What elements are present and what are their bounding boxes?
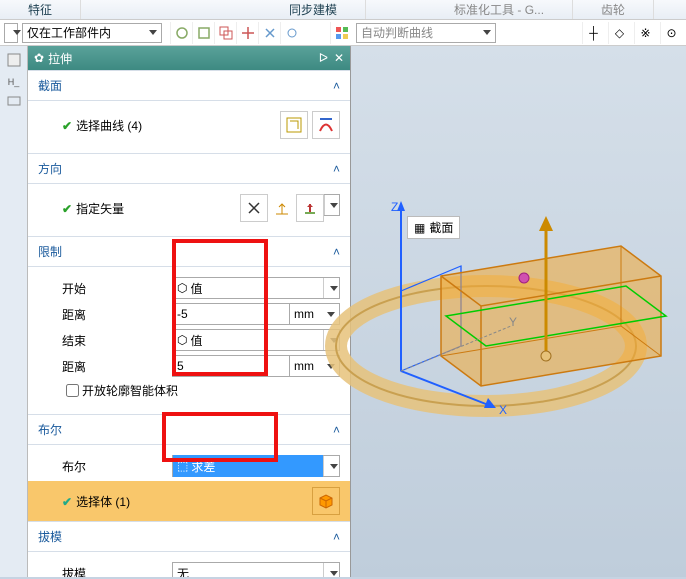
vector-dropdown[interactable]	[324, 195, 339, 215]
subtract-icon: ⬚	[177, 459, 188, 473]
chevron-up-icon: ˄	[333, 245, 340, 259]
extrude-dialog: ✿ 拉伸 ᐅ ✕ 截面 ˄ ✔选择曲线 (4)	[28, 46, 351, 577]
value-icon: ⬡	[177, 333, 187, 347]
auto-trim-label: 自动判断曲线	[361, 24, 433, 41]
section-draft-title: 拔模	[38, 528, 62, 545]
select-curve-label[interactable]: 选择曲线 (4)	[76, 119, 142, 133]
left-rail: H_	[0, 46, 28, 577]
end-label: 结束	[62, 332, 172, 349]
body-collector-icon[interactable]	[312, 487, 340, 515]
section-draft-head[interactable]: 拔模 ˄	[28, 521, 350, 552]
tool-icon-6[interactable]	[280, 22, 302, 44]
section-direction-head[interactable]: 方向 ˄	[28, 153, 350, 184]
value-icon: ⬡	[177, 281, 187, 295]
section-label-popup[interactable]: ▦ 截面	[407, 216, 460, 239]
section-curve-title: 截面	[38, 77, 62, 94]
start-mode-dropdown[interactable]: ⬡值	[172, 277, 340, 299]
tool-icon-3[interactable]	[214, 22, 236, 44]
reverse-vector-icon[interactable]	[240, 194, 268, 222]
viewport-3d[interactable]: Z X Y ▦ 截面	[351, 46, 686, 577]
viewport-scene: Z X Y	[351, 46, 686, 576]
auto-trim-selector[interactable]: 自动判断曲线	[356, 23, 496, 43]
tool-icon-5[interactable]	[258, 22, 280, 44]
chevron-up-icon: ˄	[333, 79, 340, 93]
tab-sync[interactable]: 同步建模	[261, 0, 366, 19]
section-curve-head[interactable]: 截面 ˄	[28, 70, 350, 101]
grid-icon: ▦	[414, 221, 425, 235]
menu-tabs: 特征 同步建模 标准化工具 - G... 齿轮	[0, 0, 686, 20]
draft-label: 拔模	[62, 565, 172, 578]
vector-constructor-icon[interactable]	[296, 194, 324, 222]
tab-gear[interactable]: 齿轮	[573, 0, 654, 19]
svg-text:Z: Z	[391, 200, 398, 214]
tool-icon-1[interactable]	[170, 22, 192, 44]
end-distance-input[interactable]: 5	[172, 355, 290, 377]
vector-mode-icon[interactable]	[272, 194, 292, 222]
chevron-up-icon: ˄	[333, 530, 340, 544]
section-direction-title: 方向	[38, 160, 62, 177]
color-swatch-icon[interactable]	[330, 22, 352, 44]
rail-icon-2[interactable]: H_	[8, 77, 20, 87]
bool-label: 布尔	[62, 458, 172, 475]
unknown-dropdown[interactable]	[4, 23, 18, 43]
dialog-titlebar: ✿ 拉伸 ᐅ ✕	[28, 46, 350, 70]
select-body-label: 选择体 (1)	[76, 495, 130, 509]
tool-icon-4[interactable]	[236, 22, 258, 44]
section-bool-title: 布尔	[38, 421, 62, 438]
chevron-up-icon: ˄	[333, 423, 340, 437]
close-icon[interactable]: ✕	[334, 51, 344, 65]
rail-icon-3[interactable]	[6, 93, 22, 112]
snap-icon-1[interactable]: ┼	[582, 22, 604, 44]
open-profile-checkbox[interactable]	[66, 384, 79, 397]
rail-icon-1[interactable]	[6, 52, 22, 71]
scope-label: 仅在工作部件内	[27, 24, 111, 41]
end-mode-dropdown[interactable]: ⬡值	[172, 329, 340, 351]
section-bool-head[interactable]: 布尔 ˄	[28, 414, 350, 445]
toolbar: 仅在工作部件内 自动判断曲线 ┼ ◇ ※ ⊙	[0, 20, 686, 46]
d2-label: 距离	[62, 358, 172, 375]
section-limits-title: 限制	[38, 243, 62, 260]
start-label: 开始	[62, 280, 172, 297]
section-label-text: 截面	[429, 219, 453, 236]
snap-icon-2[interactable]: ◇	[608, 22, 630, 44]
bool-dropdown[interactable]: ⬚求差	[172, 455, 340, 477]
tab-std[interactable]: 标准化工具 - G...	[426, 0, 573, 19]
open-profile-label: 开放轮廓智能体积	[82, 382, 178, 399]
draft-dropdown[interactable]: 无	[172, 562, 340, 577]
scope-selector[interactable]: 仅在工作部件内	[22, 23, 162, 43]
d1-label: 距离	[62, 306, 172, 323]
tool-icon-2[interactable]	[192, 22, 214, 44]
gear-icon: ✿	[34, 51, 44, 65]
reset-icon[interactable]: ᐅ	[319, 51, 328, 65]
sketch-section-icon[interactable]	[280, 111, 308, 139]
vector-label[interactable]: 指定矢量	[76, 202, 124, 216]
snap-icon-4[interactable]: ⊙	[660, 22, 682, 44]
snap-icon-3[interactable]: ※	[634, 22, 656, 44]
start-distance-input[interactable]: -5	[172, 303, 290, 325]
chevron-up-icon: ˄	[333, 162, 340, 176]
tab-feature[interactable]: 特征	[0, 0, 81, 19]
dialog-title: 拉伸	[48, 50, 72, 67]
select-body-row[interactable]: ✔选择体 (1)	[28, 481, 350, 521]
start-unit-dropdown[interactable]: mm	[290, 303, 340, 325]
svg-text:X: X	[499, 403, 507, 417]
section-limits-head[interactable]: 限制 ˄	[28, 236, 350, 267]
svg-text:Y: Y	[509, 315, 517, 329]
curve-collector-icon[interactable]	[312, 111, 340, 139]
